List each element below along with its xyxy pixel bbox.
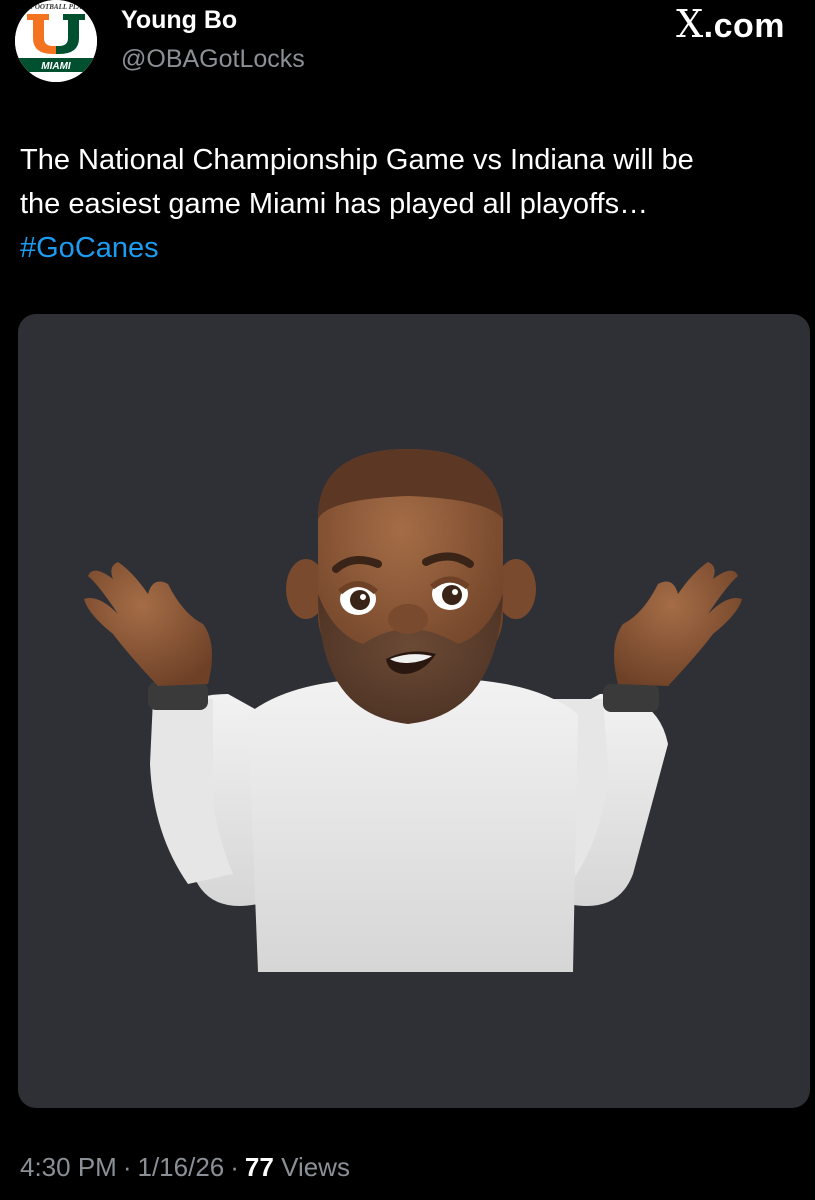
author-display-name[interactable]: Young Bo [121,6,237,35]
post-text-line: the easiest game Miami has played all pl… [20,188,649,220]
author-handle[interactable]: @OBAGotLocks [121,45,305,74]
shrug-memoji-icon [84,449,742,972]
avatar-top-text: FOOTBALL PLA [30,3,82,11]
hashtag-link[interactable]: #GoCanes [20,226,805,270]
post-media-image[interactable] [18,314,810,1108]
separator: · [122,1152,132,1182]
views-count[interactable]: 77 [245,1152,274,1182]
avatar[interactable]: FOOTBALL PLA MIAMI [15,0,97,82]
brand-suffix: .com [703,7,785,45]
post-header: FOOTBALL PLA MIAMI Young Bo @OBAGotLocks… [0,0,815,100]
separator: · [230,1152,239,1182]
avatar-label: MIAMI [41,61,71,72]
post-date[interactable]: 1/16/26 [138,1152,225,1182]
post-text: The National Championship Game vs Indian… [20,138,805,270]
miami-u-logo-icon: FOOTBALL PLA MIAMI [15,0,97,82]
x-logo-icon: X [676,2,704,46]
x-brand-logo: X.com [676,2,785,46]
post-time[interactable]: 4:30 PM [20,1152,117,1182]
post-metadata: 4:30 PM · 1/16/26 · 77 Views [20,1152,350,1183]
views-label: Views [281,1152,350,1182]
post-text-line: The National Championship Game vs Indian… [20,144,694,176]
